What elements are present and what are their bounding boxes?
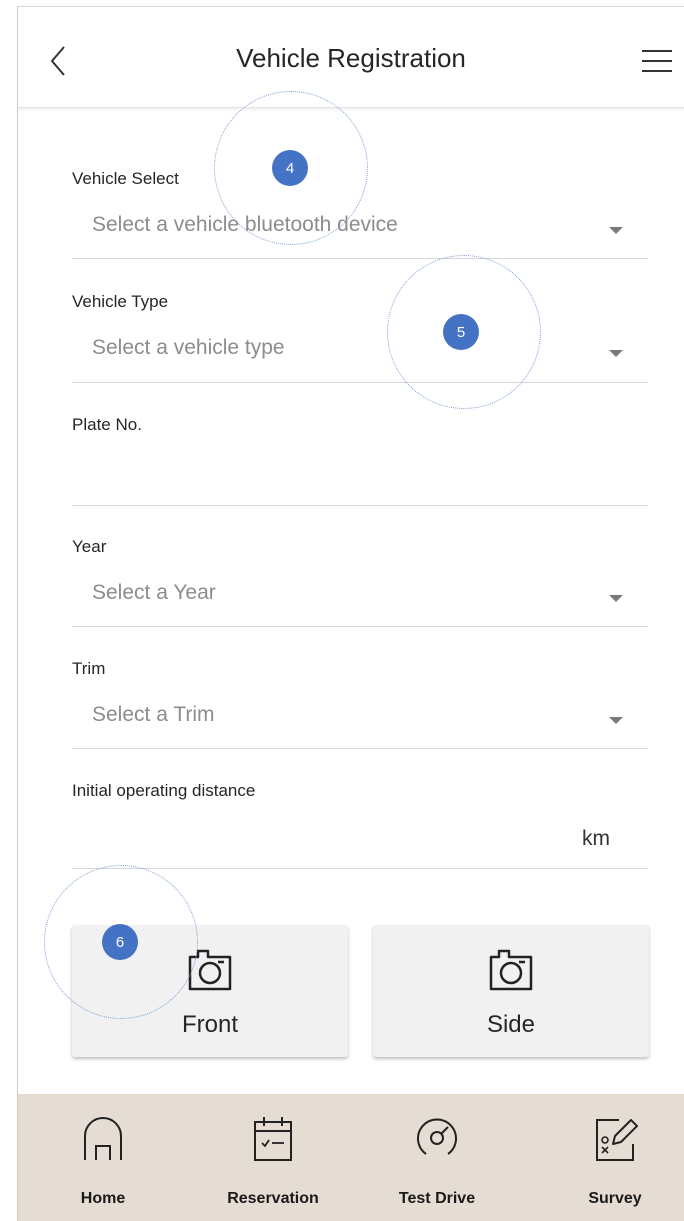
app-header: Vehicle Registration <box>18 7 684 108</box>
trim-placeholder: Select a Trim <box>92 703 215 726</box>
field-divider <box>72 748 648 749</box>
initial-distance-label: Initial operating distance <box>72 781 256 800</box>
trim-field[interactable]: Trim Select a Trim <box>72 655 648 751</box>
field-divider <box>72 505 648 506</box>
annotation-badge: 6 <box>102 924 138 960</box>
year-label: Year <box>72 537 107 556</box>
page-title: Vehicle Registration <box>236 43 466 73</box>
vehicle-select-field[interactable]: Vehicle Select Select a vehicle bluetoot… <box>72 165 648 261</box>
dropdown-arrow-icon <box>609 595 623 602</box>
field-divider <box>72 626 648 627</box>
bottom-navigation: Home Reservation Test Drive Survey <box>18 1094 684 1221</box>
calendar-icon <box>254 1117 292 1161</box>
vehicle-type-field[interactable]: Vehicle Type Select a vehicle type <box>72 288 648 384</box>
vehicle-select-placeholder: Select a vehicle bluetooth device <box>92 213 398 236</box>
dropdown-arrow-icon <box>609 350 623 357</box>
dropdown-arrow-icon <box>609 227 623 234</box>
nav-item-home[interactable]: Home <box>48 1094 188 1221</box>
side-photo-button[interactable]: Side <box>373 925 649 1057</box>
distance-unit: km <box>582 827 610 850</box>
field-divider <box>72 258 648 259</box>
plate-number-label: Plate No. <box>72 415 142 434</box>
year-placeholder: Select a Year <box>92 581 216 604</box>
nav-label-home: Home <box>80 1190 126 1207</box>
camera-icon <box>489 949 533 991</box>
dropdown-arrow-icon <box>609 717 623 724</box>
survey-icon <box>596 1119 638 1161</box>
plate-number-field[interactable]: Plate No. <box>72 411 648 507</box>
nav-item-test-drive[interactable]: Test Drive <box>367 1094 507 1221</box>
field-divider <box>72 382 648 383</box>
nav-label-test-drive: Test Drive <box>398 1190 476 1207</box>
year-field[interactable]: Year Select a Year <box>72 533 648 629</box>
trim-label: Trim <box>72 659 106 678</box>
nav-label-reservation: Reservation <box>227 1190 319 1207</box>
nav-label-survey: Survey <box>588 1190 642 1207</box>
app-screen: Vehicle Registration Vehicle Select Sele… <box>17 6 684 1221</box>
home-icon <box>84 1117 122 1160</box>
vehicle-type-placeholder: Select a vehicle type <box>92 336 285 359</box>
menu-button[interactable] <box>640 47 674 75</box>
nav-item-reservation[interactable]: Reservation <box>203 1094 343 1221</box>
speedometer-icon <box>417 1118 457 1155</box>
vehicle-select-label: Vehicle Select <box>72 169 179 188</box>
vehicle-type-label: Vehicle Type <box>72 292 169 311</box>
hamburger-menu-icon <box>642 50 672 72</box>
side-photo-label: Side <box>486 1011 536 1038</box>
nav-item-survey[interactable]: Survey <box>545 1094 684 1221</box>
field-divider <box>72 868 648 869</box>
initial-distance-field[interactable]: Initial operating distance km <box>72 777 648 873</box>
annotation-badge: 5 <box>443 314 479 350</box>
annotation-badge: 4 <box>272 150 308 186</box>
front-photo-label: Front <box>181 1011 238 1038</box>
camera-icon <box>188 949 232 991</box>
